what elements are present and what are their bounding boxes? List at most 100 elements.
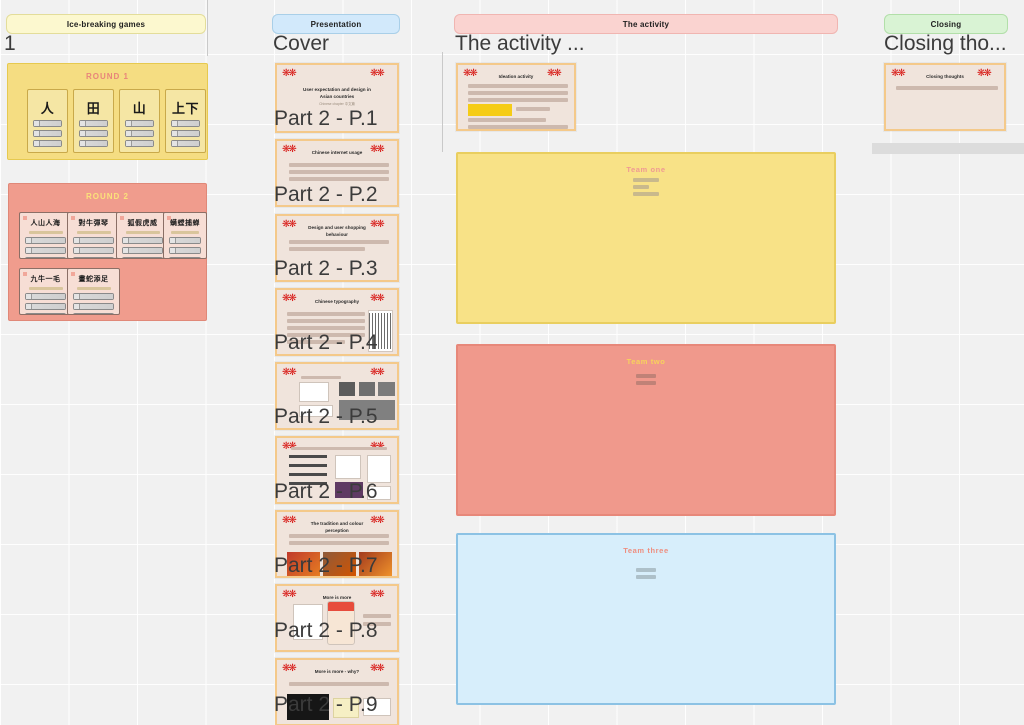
slide-highlight-block [468, 104, 512, 116]
answer-slot[interactable] [33, 130, 62, 137]
answer-slot[interactable] [125, 130, 154, 137]
team-three-frame[interactable]: Team three [456, 533, 836, 705]
answer-slot[interactable] [79, 120, 108, 127]
column-divider [207, 0, 208, 56]
card-underline [28, 231, 63, 234]
answer-slot[interactable] [25, 257, 66, 258]
answer-slot[interactable] [73, 313, 114, 314]
team-one-label: Team one [626, 165, 666, 174]
collapsed-frame-band[interactable] [872, 143, 1024, 154]
answer-slot[interactable] [73, 237, 114, 244]
answer-slot[interactable] [25, 313, 66, 314]
answer-slot[interactable] [73, 303, 114, 310]
slide-body-line [363, 614, 391, 618]
column-title-ice-breaking: 1 [4, 32, 16, 55]
answer-slot[interactable] [25, 247, 66, 254]
idiom-card-text: 畫蛇添足 [78, 276, 109, 283]
column-title-activity: The activity ... [455, 32, 585, 55]
answer-slot[interactable] [125, 140, 154, 147]
column-chip-label: Ice-breaking games [66, 19, 146, 29]
slide-title: Ideation activity [498, 74, 534, 79]
team-one-frame[interactable]: Team one [456, 152, 836, 324]
card-underline [171, 231, 199, 234]
idiom-card[interactable]: 畫蛇添足 [67, 268, 120, 315]
answer-slot[interactable] [33, 140, 62, 147]
slide-title: Chinese internet usage [311, 150, 363, 155]
word-card[interactable]: 田 [73, 89, 114, 153]
idiom-card-text: 人山人海 [30, 220, 61, 227]
answer-slot[interactable] [33, 120, 62, 127]
slide-overlay-label: Part 2 - P.6 [274, 480, 378, 503]
round-1-label: ROUND 1 [85, 72, 129, 81]
slide-body-line [468, 98, 568, 102]
answer-slot[interactable] [79, 130, 108, 137]
answer-slot[interactable] [25, 303, 66, 310]
word-card[interactable]: 上下 [165, 89, 206, 153]
idiom-card[interactable]: 對牛彈琴 [67, 212, 120, 259]
answer-slot[interactable] [25, 237, 66, 244]
answer-slot[interactable] [171, 120, 200, 127]
activity-slide-thumbnail[interactable]: ❋❋ ❋❋ Ideation activity [456, 63, 576, 131]
slide-image-block [335, 455, 361, 479]
column-divider [442, 52, 443, 152]
column-chip-label: The activity [622, 19, 670, 29]
slide-overlay-label: Part 2 - P.8 [274, 619, 378, 642]
column-chip-ice-breaking[interactable]: Ice-breaking games [6, 14, 206, 34]
answer-slot[interactable] [122, 247, 163, 254]
card-corner-dot [23, 216, 27, 220]
answer-slot[interactable] [122, 257, 163, 258]
slide-body-line [468, 84, 568, 88]
card-corner-dot [71, 272, 75, 276]
slide-title: Design and user shopping behaviour [308, 225, 366, 237]
column-chip-activity[interactable]: The activity [454, 14, 838, 34]
slide-body-line [289, 541, 389, 545]
answer-slot[interactable] [171, 130, 200, 137]
answer-slot[interactable] [171, 140, 200, 147]
answer-slot[interactable] [73, 257, 114, 258]
team-two-placeholder [636, 374, 656, 385]
lantern-icon: ❋❋ [370, 68, 385, 79]
answer-slot[interactable] [73, 247, 114, 254]
slide-body-line [301, 376, 341, 379]
idiom-card-text: 對牛彈琴 [78, 220, 109, 227]
column-chip-closing[interactable]: Closing [884, 14, 1008, 34]
slide-body-line [468, 91, 568, 95]
team-two-frame[interactable]: Team two [456, 344, 836, 516]
closing-slide-thumbnail[interactable]: ❋❋ ❋❋ Closing thoughts [884, 63, 1006, 131]
card-corner-dot [71, 216, 75, 220]
slide-body-line [896, 86, 998, 90]
slide-body-line [289, 177, 389, 181]
slide-image-block [378, 382, 395, 396]
answer-slot[interactable] [125, 120, 154, 127]
idiom-card-text: 九牛一毛 [30, 276, 61, 283]
idiom-card[interactable]: 螨螳捕蝉 [163, 212, 207, 259]
word-card-glyph: 上下 [171, 101, 199, 116]
word-card[interactable]: 山 [119, 89, 160, 153]
slide-overlay-label: Part 2 - P.5 [274, 405, 378, 428]
team-one-placeholder [633, 178, 659, 196]
answer-slot[interactable] [169, 237, 201, 244]
idiom-card[interactable]: 九牛一毛 [19, 268, 72, 315]
slide-body-line [468, 118, 546, 122]
miro-board-canvas[interactable]: Ice-breaking games 1 Presentation Cover … [0, 0, 1024, 725]
answer-slot[interactable] [73, 293, 114, 300]
slide-body-line [468, 125, 568, 129]
answer-slot[interactable] [169, 257, 201, 258]
column-chip-presentation[interactable]: Presentation [272, 14, 400, 34]
slide-body-line [516, 107, 550, 111]
answer-slot[interactable] [169, 247, 201, 254]
lantern-icon: ❋❋ [282, 68, 297, 79]
word-card[interactable]: 人 [27, 89, 68, 153]
answer-slot[interactable] [79, 140, 108, 147]
round-1-frame[interactable]: ROUND 1 人 田 山 上下 [7, 63, 208, 160]
card-underline [76, 231, 111, 234]
column-chip-label: Presentation [310, 19, 362, 29]
slide-body-line [289, 163, 389, 167]
slide-image-block [299, 382, 329, 402]
idiom-card[interactable]: 狐假虎威 [116, 212, 169, 259]
answer-slot[interactable] [25, 293, 66, 300]
slide-overlay-label: Part 2 - P.9 [274, 693, 378, 716]
round-2-frame[interactable]: ROUND 2 人山人海 對牛彈琴 狐假虎威 螨螳捕蝉 九牛一毛 畫蛇添足 [8, 183, 207, 321]
idiom-card[interactable]: 人山人海 [19, 212, 72, 259]
answer-slot[interactable] [122, 237, 163, 244]
